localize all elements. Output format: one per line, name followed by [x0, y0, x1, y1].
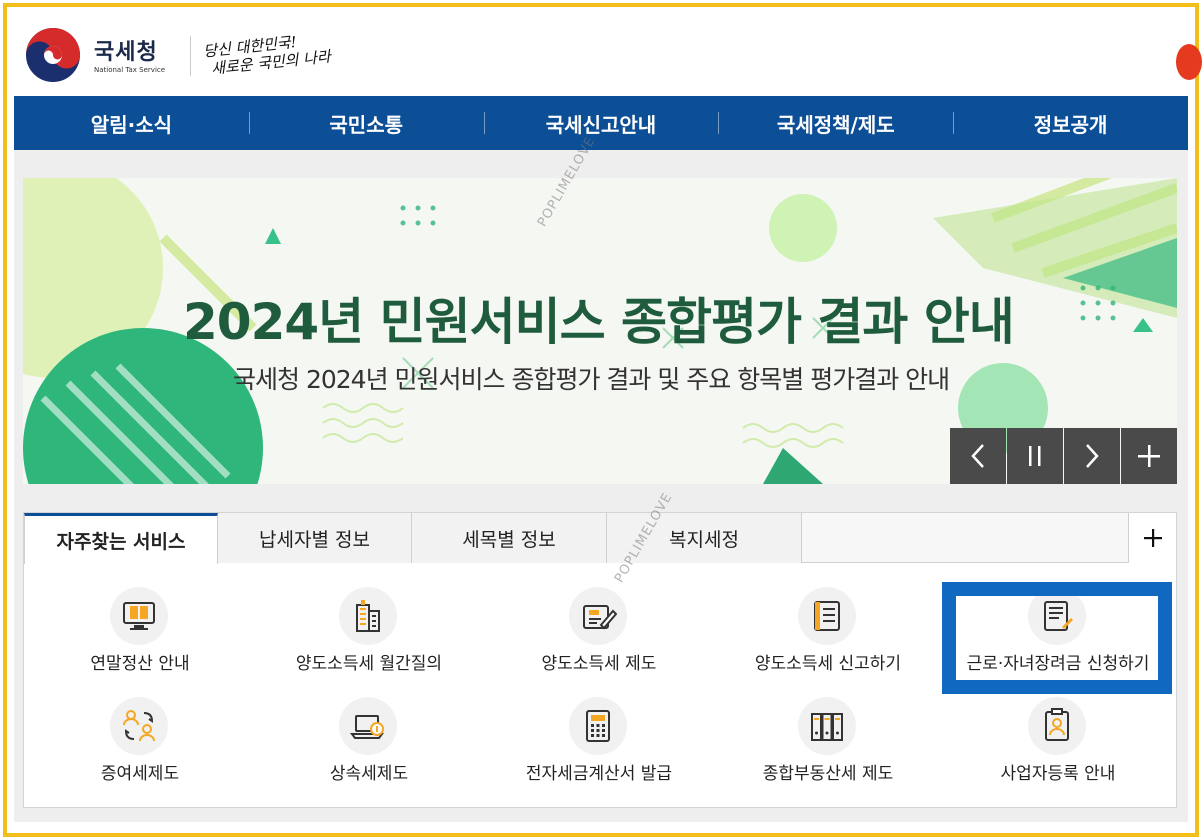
- pencil-document-icon: [569, 587, 627, 645]
- site-header: 국세청 National Tax Service 당신 대한민국! 새로운 국민…: [14, 14, 1202, 94]
- nav-item-tax-filing[interactable]: 국세신고안내: [483, 96, 719, 150]
- pause-icon: [1029, 446, 1041, 466]
- service-transfer-tax-qna[interactable]: 양도소득세 월간질의: [259, 587, 479, 687]
- highlight-box: [942, 582, 1172, 694]
- service-transfer-tax-system[interactable]: 양도소득세 제도: [489, 587, 709, 687]
- service-gift-tax[interactable]: 증여세제도: [30, 697, 250, 797]
- more-button[interactable]: [1121, 428, 1177, 484]
- id-card-icon: [1028, 697, 1086, 755]
- banner-subtitle: 국세청 2024년 민원서비스 종합평가 결과 및 주요 항목별 평가결과 안내: [233, 365, 950, 394]
- nav-item-communication[interactable]: 국민소통: [248, 96, 484, 150]
- logo-text[interactable]: 국세청: [94, 34, 158, 66]
- service-business-registration[interactable]: 사업자등록 안내: [948, 697, 1168, 797]
- service-inheritance-tax[interactable]: 상속세제도: [259, 697, 479, 797]
- service-label: 상속세제도: [329, 764, 409, 784]
- nav-item-tax-policy[interactable]: 국세정책/제도: [718, 96, 953, 150]
- logo-divider: [190, 36, 191, 76]
- chevron-right-icon: [1086, 444, 1099, 468]
- logo-english: National Tax Service: [94, 66, 166, 74]
- chevron-left-icon: [971, 444, 984, 468]
- laptop-coin-icon: [339, 697, 397, 755]
- main-nav: 알림·소식 국민소통 국세신고안내 국세정책/제도 정보공개: [14, 96, 1188, 150]
- tab-tax-item-info[interactable]: 세목별 정보: [412, 513, 607, 563]
- service-transfer-tax-filing[interactable]: 양도소득세 신고하기: [718, 587, 938, 687]
- tabs-more-button[interactable]: [1128, 513, 1176, 563]
- monitor-book-icon: [110, 587, 168, 645]
- service-year-end-settlement[interactable]: 연말정산 안내: [30, 587, 250, 687]
- service-label: 연말정산 안내: [90, 654, 190, 674]
- plus-icon: [1143, 529, 1162, 547]
- service-label: 전자세금계산서 발급: [525, 764, 673, 784]
- tab-taxpayer-info[interactable]: 납세자별 정보: [218, 513, 412, 563]
- document-list-icon: [798, 587, 856, 645]
- service-label: 양도소득세 신고하기: [754, 654, 902, 674]
- main-banner[interactable]: 2024년 민원서비스 종합평가 결과 안내 국세청 2024년 민원서비스 종…: [23, 178, 1177, 484]
- service-label: 사업자등록 안내: [1000, 764, 1116, 784]
- service-comprehensive-real-estate-tax[interactable]: 종합부동산세 제도: [718, 697, 938, 797]
- nav-item-disclosure[interactable]: 정보공개: [953, 96, 1188, 150]
- slogan: 당신 대한민국! 새로운 국민의 나라: [202, 30, 331, 79]
- nts-logo-icon[interactable]: [24, 26, 82, 84]
- service-label: 양도소득세 제도: [541, 654, 657, 674]
- nav-item-news[interactable]: 알림·소식: [14, 96, 249, 150]
- calculator-icon: [569, 697, 627, 755]
- corner-badge[interactable]: [1176, 44, 1202, 80]
- building-icon: [339, 587, 397, 645]
- banner-controls: [950, 428, 1177, 484]
- service-label: 양도소득세 월간질의: [295, 654, 443, 674]
- people-exchange-icon: [110, 697, 168, 755]
- banner-title[interactable]: 2024년 민원서비스 종합평가 결과 안내: [183, 282, 1015, 354]
- service-label: 증여세제도: [100, 764, 180, 784]
- service-label: 종합부동산세 제도: [762, 764, 894, 784]
- binders-icon: [798, 697, 856, 755]
- prev-button[interactable]: [950, 428, 1006, 484]
- next-button[interactable]: [1064, 428, 1120, 484]
- plus-icon: [1138, 445, 1160, 467]
- pause-button[interactable]: [1007, 428, 1063, 484]
- tab-frequent-services[interactable]: 자주찾는 서비스: [24, 513, 218, 564]
- service-e-tax-invoice[interactable]: 전자세금계산서 발급: [489, 697, 709, 797]
- service-tabs: 자주찾는 서비스 납세자별 정보 세목별 정보 복지세정: [24, 513, 1176, 564]
